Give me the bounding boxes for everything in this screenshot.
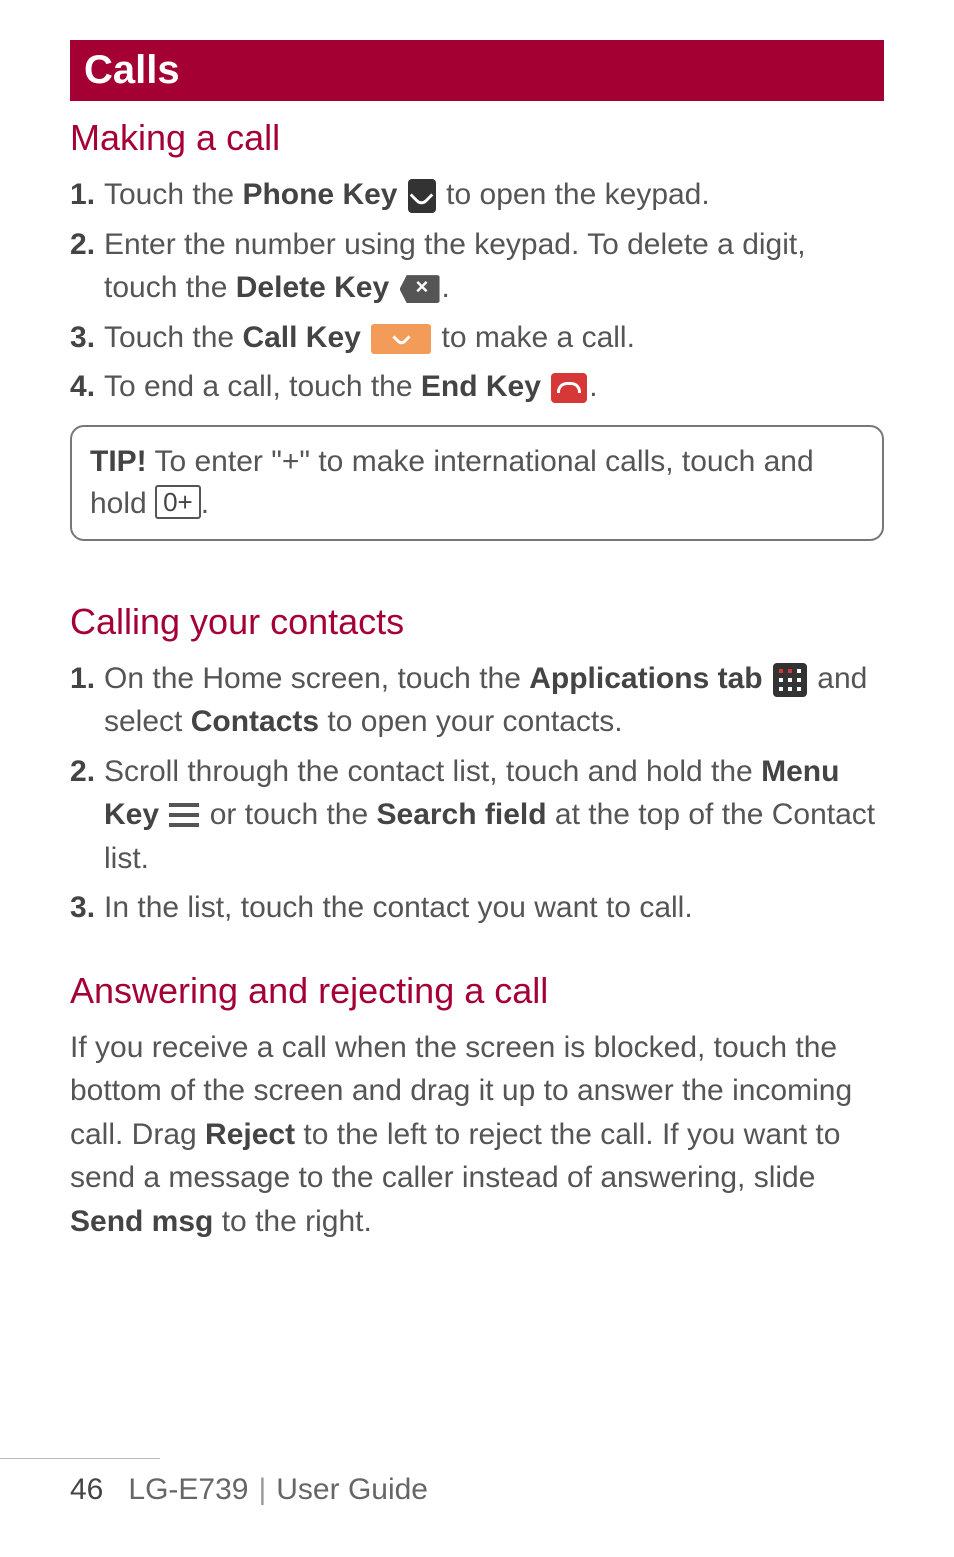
step-bold: Call Key bbox=[242, 321, 360, 354]
step-4: To end a call, touch the End Key . bbox=[70, 365, 884, 409]
step-bold: Delete Key bbox=[236, 271, 389, 304]
step-text: Touch the bbox=[104, 321, 242, 354]
step-2: Scroll through the contact list, touch a… bbox=[70, 750, 884, 881]
step-bold: Phone Key bbox=[242, 178, 397, 211]
para-text: to the right. bbox=[213, 1205, 371, 1238]
section3-paragraph: If you receive a call when the screen is… bbox=[70, 1026, 884, 1244]
step-text: . bbox=[442, 271, 450, 304]
making-call-steps: Touch the Phone Key to open the keypad. … bbox=[70, 173, 884, 409]
step-text: Enter the number using the keypad. To de… bbox=[104, 228, 806, 305]
tip-text: . bbox=[201, 487, 209, 520]
calling-contacts-steps: On the Home screen, touch the Applicatio… bbox=[70, 657, 884, 930]
section-heading-calling-contacts: Calling your contacts bbox=[70, 601, 884, 643]
step-bold: Contacts bbox=[191, 705, 319, 738]
footer-rule bbox=[0, 1458, 160, 1459]
step-bold: End Key bbox=[421, 370, 541, 403]
end-key-icon bbox=[551, 373, 587, 403]
guide-label: User Guide bbox=[276, 1473, 428, 1506]
page-number: 46 bbox=[70, 1473, 103, 1506]
tip-box: TIP! To enter "+" to make international … bbox=[70, 425, 884, 541]
phone-key-icon bbox=[408, 179, 436, 213]
step-3: In the list, touch the contact you want … bbox=[70, 886, 884, 930]
step-text: In the list, touch the contact you want … bbox=[104, 891, 693, 924]
footer-separator: | bbox=[258, 1473, 266, 1506]
chapter-title: Calls bbox=[70, 40, 884, 101]
step-bold: Applications tab bbox=[529, 662, 762, 695]
zero-plus-key-icon: 0+ bbox=[155, 485, 201, 519]
step-text: On the Home screen, touch the bbox=[104, 662, 529, 695]
page-footer: 46 LG-E739 | User Guide bbox=[0, 1458, 954, 1507]
model-number: LG-E739 bbox=[128, 1473, 248, 1506]
section-heading-answering-rejecting: Answering and rejecting a call bbox=[70, 970, 884, 1012]
step-text: or touch the bbox=[201, 798, 376, 831]
step-text: . bbox=[589, 370, 597, 403]
step-text: To end a call, touch the bbox=[104, 370, 421, 403]
step-3: Touch the Call Key to make a call. bbox=[70, 316, 884, 360]
step-1: On the Home screen, touch the Applicatio… bbox=[70, 657, 884, 744]
step-text: to make a call. bbox=[433, 321, 635, 354]
section-heading-making-call: Making a call bbox=[70, 117, 884, 159]
step-bold: Search field bbox=[377, 798, 547, 831]
para-bold: Send msg bbox=[70, 1205, 213, 1238]
tip-label: TIP! bbox=[90, 445, 147, 478]
step-text: to open the keypad. bbox=[438, 178, 710, 211]
step-text: Touch the bbox=[104, 178, 242, 211]
step-text: Scroll through the contact list, touch a… bbox=[104, 755, 761, 788]
applications-tab-icon bbox=[773, 663, 807, 697]
call-key-icon bbox=[371, 324, 431, 354]
delete-key-icon bbox=[400, 275, 440, 303]
step-2: Enter the number using the keypad. To de… bbox=[70, 223, 884, 310]
step-text: to open your contacts. bbox=[319, 705, 623, 738]
para-bold: Reject bbox=[205, 1118, 295, 1151]
footer-text: 46 LG-E739 | User Guide bbox=[70, 1473, 884, 1507]
menu-key-icon bbox=[169, 803, 199, 829]
step-1: Touch the Phone Key to open the keypad. bbox=[70, 173, 884, 217]
